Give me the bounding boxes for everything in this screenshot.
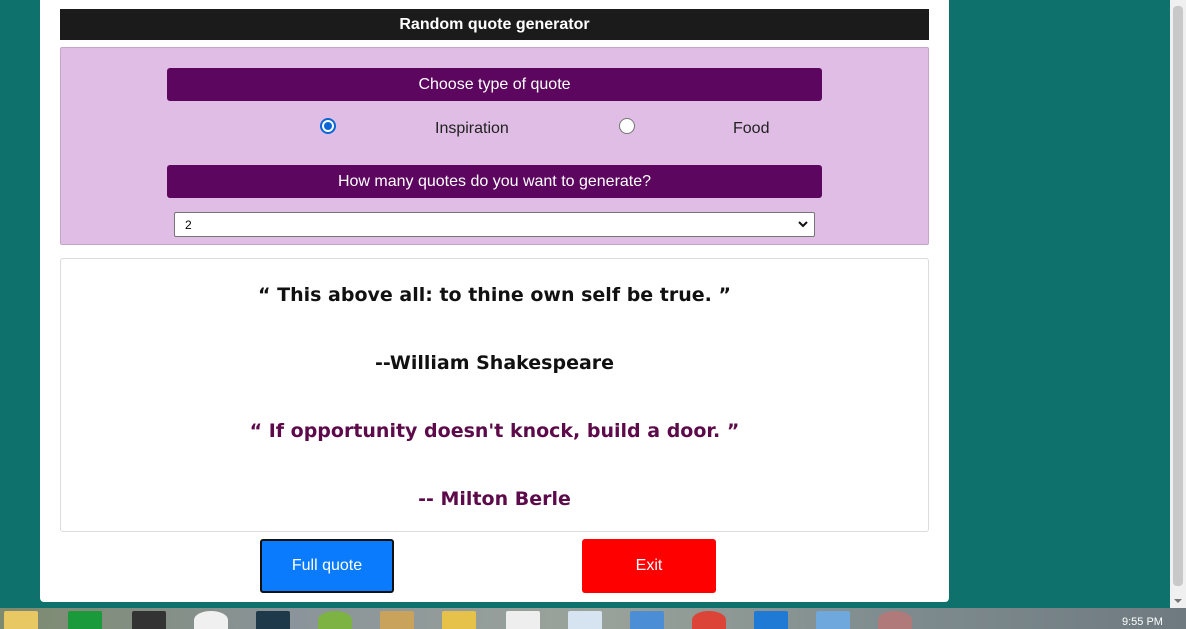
app-icon-3[interactable]	[318, 611, 352, 629]
quote-author: --William Shakespeare	[374, 352, 615, 374]
image-icon[interactable]	[816, 611, 850, 629]
options-panel: Choose type of quote Inspiration Food Ho…	[60, 47, 929, 245]
page-title: Random quote generator	[60, 9, 929, 40]
quote-count-select[interactable]: 2	[174, 212, 815, 237]
scroll-down-arrow-icon[interactable]	[1173, 596, 1183, 606]
type-heading: Choose type of quote	[167, 68, 822, 101]
pencil-icon[interactable]	[380, 611, 414, 629]
app-icon-5[interactable]	[878, 611, 912, 629]
database-icon[interactable]	[442, 611, 476, 629]
document-icon[interactable]	[506, 611, 540, 629]
quote-author: -- Milton Berle	[418, 488, 571, 510]
scrollbar-thumb[interactable]	[1173, 6, 1183, 586]
window-icon[interactable]	[568, 611, 602, 629]
store-icon[interactable]	[68, 611, 102, 629]
quote-text: “ If opportunity doesn't knock, build a …	[249, 420, 740, 442]
quotes-panel: “ This above all: to thine own self be t…	[60, 258, 929, 532]
vertical-scrollbar[interactable]	[1170, 0, 1186, 608]
exit-button[interactable]: Exit	[582, 539, 716, 593]
app-icon[interactable]	[132, 611, 166, 629]
full-quote-button[interactable]: Full quote	[260, 539, 394, 593]
app-icon-4[interactable]	[630, 611, 664, 629]
chrome-icon[interactable]	[692, 611, 726, 629]
quote-count-value: 2	[185, 217, 192, 232]
taskbar: 9:55 PM	[0, 608, 1186, 629]
count-heading: How many quotes do you want to generate?	[167, 165, 822, 198]
chevron-down-icon	[798, 221, 808, 228]
main-page: Random quote generator Choose type of qu…	[40, 0, 949, 602]
hp-icon[interactable]	[194, 611, 228, 629]
system-tray[interactable]	[1010, 620, 1110, 629]
vscode-icon[interactable]	[754, 611, 788, 629]
radio-food[interactable]	[619, 118, 635, 134]
radio-inspiration-label[interactable]: Inspiration	[435, 120, 509, 138]
app-icon-2[interactable]	[256, 611, 290, 629]
quote-text: “ This above all: to thine own self be t…	[258, 284, 731, 306]
radio-food-label[interactable]: Food	[733, 120, 769, 138]
radio-inspiration[interactable]	[320, 118, 336, 134]
clock-time[interactable]: 9:55 PM	[1122, 616, 1163, 628]
file-explorer-icon[interactable]	[4, 611, 38, 629]
